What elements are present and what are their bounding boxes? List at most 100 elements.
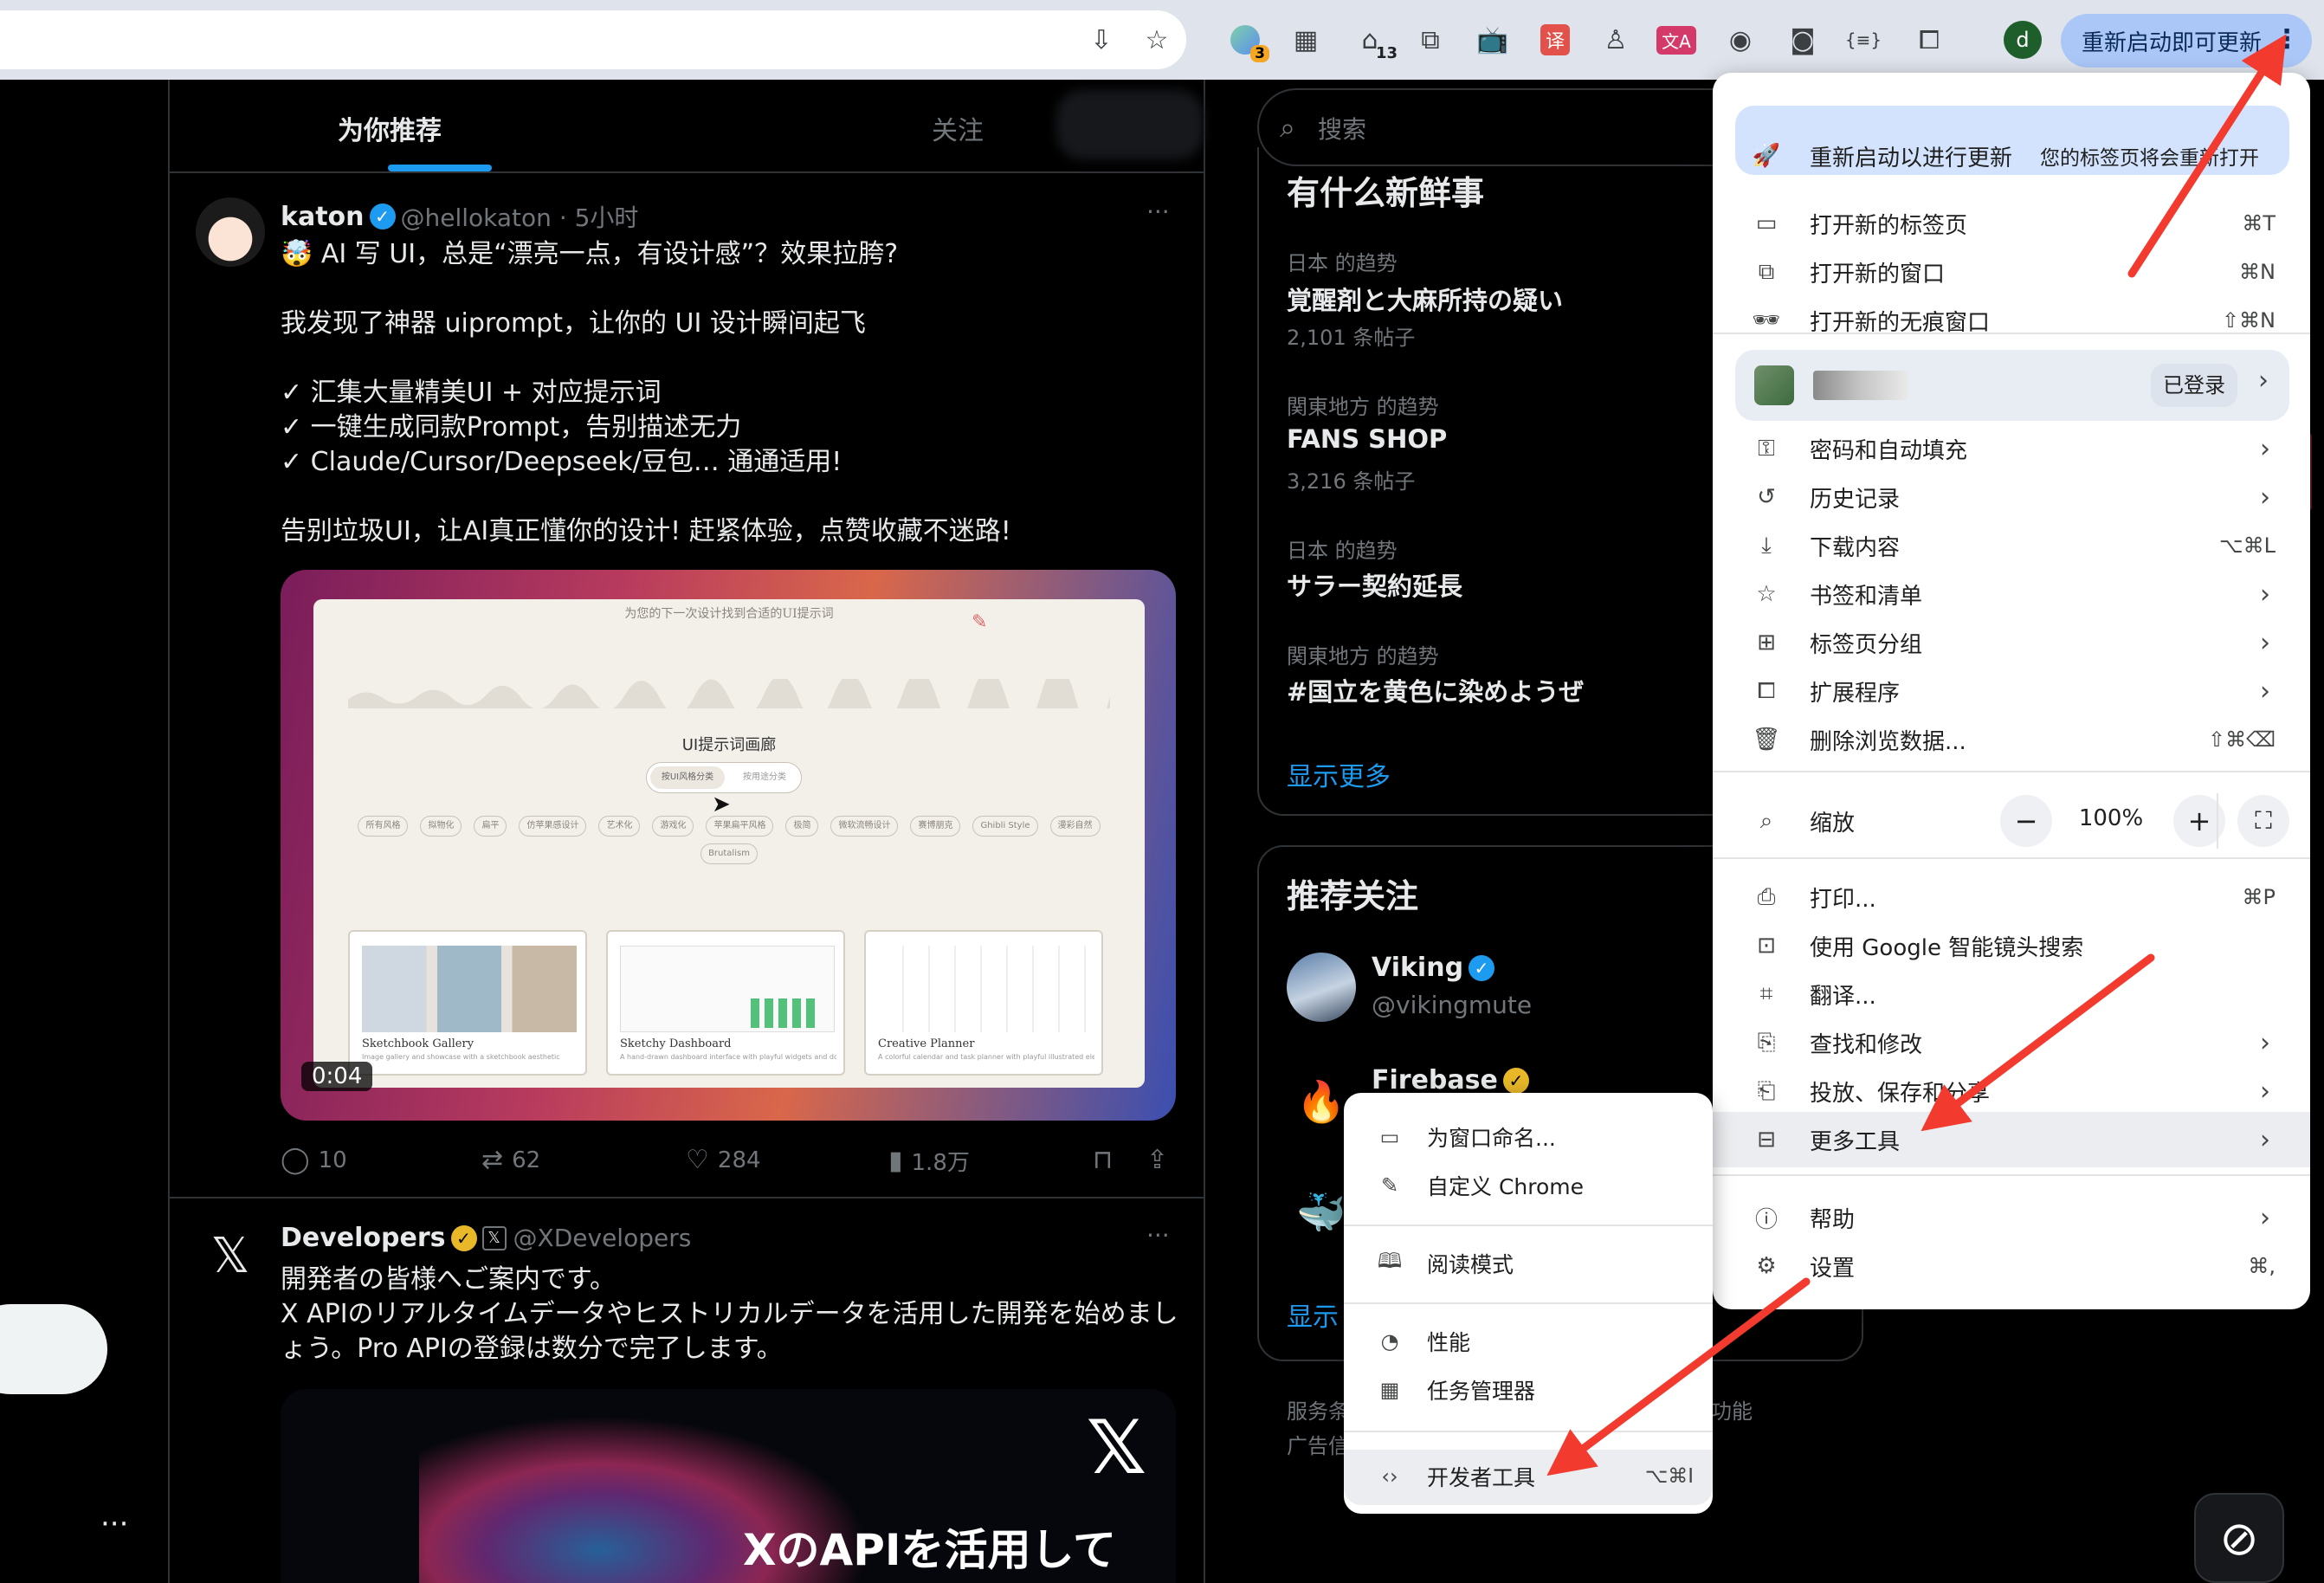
reply-button[interactable]: ◯ 10	[281, 1145, 347, 1175]
menu-item-more-tools[interactable]: ⊟ 更多工具 ›	[1713, 1115, 2310, 1164]
submenu-item-task-manager[interactable]: ▦ 任务管理器	[1344, 1367, 1713, 1413]
suggestion-name[interactable]: Viking	[1372, 953, 1463, 983]
category-toggle: 按UI风格分类 按用途分类	[646, 762, 802, 793]
author-handle[interactable]: @XDevelopers	[513, 1224, 692, 1252]
bookmark-button[interactable]: ⊓	[1093, 1145, 1113, 1175]
submenu-shortcut: ⌥⌘I	[1644, 1465, 1694, 1488]
share-icon: ⇪	[1146, 1145, 1169, 1175]
card-title: Creative Planner	[878, 1037, 975, 1050]
bookmark-star-icon[interactable]: ☆	[1136, 19, 1178, 61]
tweet-more-icon[interactable]: ···	[1146, 197, 1170, 226]
install-app-icon[interactable]: ⇩	[1081, 19, 1122, 61]
tv-extension-icon[interactable]: 📺	[1472, 19, 1514, 61]
menu-item-passwords[interactable]: ⚿ 密码和自动填充 ›	[1713, 424, 2310, 473]
submenu-item-name-window[interactable]: ▭ 为窗口命名...	[1344, 1114, 1713, 1160]
avatar[interactable]	[196, 197, 265, 267]
camera-icon[interactable]: ◉	[1720, 19, 1761, 61]
tweet-more-icon[interactable]: ···	[1146, 1221, 1170, 1250]
trends-show-more[interactable]: 显示更多	[1287, 755, 1391, 793]
blurred-region	[1056, 90, 1204, 159]
menu-label: 打印...	[1810, 886, 1876, 913]
view-count: 1.8万	[911, 1150, 970, 1176]
menu-profile-row[interactable]: 已登录 ›	[1735, 350, 2289, 421]
views-button[interactable]: ▮ 1.8万	[888, 1145, 970, 1177]
menu-item-new-tab[interactable]: ▭ 打开新的标签页 ⌘T	[1713, 199, 2310, 248]
chevron-right-icon: ›	[2260, 627, 2270, 658]
qr-code-icon[interactable]: ▦	[1285, 19, 1327, 61]
profile-avatar[interactable]: d	[2004, 21, 2042, 59]
menu-divider	[1344, 1431, 1713, 1432]
menu-item-settings[interactable]: ⚙ 设置 ⌘,	[1713, 1242, 2310, 1290]
submenu-item-customize[interactable]: ✎ 自定义 Chrome	[1344, 1162, 1713, 1209]
menu-divider	[1344, 1302, 1713, 1304]
footer-link[interactable]: 服务条	[1287, 1394, 1349, 1425]
translate-az-icon[interactable]: 文A	[1656, 19, 1697, 61]
menu-label: 下载内容	[1810, 534, 1901, 561]
card-title: Sketchbook Gallery	[362, 1037, 474, 1050]
avatar[interactable]	[1287, 953, 1356, 1022]
footer-link[interactable]: 广告信	[1287, 1429, 1349, 1459]
menu-shortcut: ⌘P	[2242, 885, 2276, 909]
more-icon[interactable]: ···	[100, 1507, 128, 1541]
kebab-menu-icon[interactable]: ⋮	[2274, 23, 2300, 57]
grid-icon: ⊞	[1757, 630, 1776, 656]
chevron-right-icon: ›	[2260, 1027, 2270, 1058]
suggestion-name[interactable]: Firebase	[1372, 1065, 1498, 1095]
style-chip: Brutalism	[700, 843, 758, 864]
author-name[interactable]: katon	[281, 202, 365, 232]
menu-item-downloads[interactable]: ⤓ 下载内容 ⌥⌘L	[1713, 521, 2310, 570]
zoom-out-button[interactable]: −	[2000, 795, 2052, 847]
menu-item-bookmarks[interactable]: ☆ 书签和清单 ›	[1713, 570, 2310, 618]
trend-name[interactable]: サラー契約延長	[1287, 566, 1462, 603]
tweet-image[interactable]: 𝕏 XのAPIを活用して	[281, 1389, 1176, 1583]
share-button[interactable]: ⇪	[1146, 1145, 1168, 1175]
extension-chatgpt-icon[interactable]: 3	[1224, 19, 1269, 62]
menu-item-new-window[interactable]: ⧉ 打开新的窗口 ⌘N	[1713, 248, 2310, 296]
menu-item-tab-groups[interactable]: ⊞ 标签页分组 ›	[1713, 618, 2310, 667]
column-divider	[168, 80, 170, 1583]
like-button[interactable]: ♡ 284	[686, 1145, 761, 1175]
extension-home-icon[interactable]: ⌂ 13	[1349, 19, 1398, 63]
menu-item-cast-save[interactable]: ⎗ 投放、保存和分享 ›	[1713, 1067, 2310, 1115]
trend-name[interactable]: 覚醒剤と大麻所持の疑い	[1287, 281, 1563, 317]
author-name[interactable]: Developers	[281, 1223, 446, 1253]
menu-item-history[interactable]: ↺ 历史记录 ›	[1713, 473, 2310, 521]
post-button[interactable]	[0, 1304, 107, 1394]
submenu-item-reading-mode[interactable]: 🕮 阅读模式	[1344, 1240, 1713, 1287]
extensions-puzzle-icon[interactable]: ⧠	[1908, 19, 1950, 61]
trend-name[interactable]: FANS SHOP	[1287, 424, 1447, 454]
gear-icon: ⚙	[1756, 1253, 1777, 1279]
menu-item-lens[interactable]: ⊡ 使用 Google 智能镜头搜索	[1713, 921, 2310, 970]
profile-picture	[1754, 365, 1794, 405]
menu-item-clear-data[interactable]: 🗑 删除浏览数据... ⇧⌘⌫	[1713, 715, 2310, 764]
tab-for-you[interactable]: 为你推荐	[338, 109, 442, 147]
card-title: Sketchy Dashboard	[620, 1037, 732, 1050]
menu-item-print[interactable]: ⎙ 打印... ⌘P	[1713, 873, 2310, 921]
tab-following[interactable]: 关注	[932, 109, 984, 147]
translate-extension-icon[interactable]: 译	[1534, 19, 1576, 61]
tweet-video[interactable]: 为您的下一次设计找到合适的UI提示词 ✎ UI提示词画廊 按UI风格分类 按用途…	[281, 570, 1176, 1121]
mask-extension-icon[interactable]: ◙	[1782, 19, 1824, 61]
copy-icon[interactable]: ⧉	[1410, 19, 1451, 61]
grok-icon[interactable]: ⊘	[2194, 1493, 2284, 1583]
follow-show-more[interactable]: 显示	[1287, 1295, 1339, 1334]
trend-name[interactable]: #国立を黄色に染めようぜ	[1287, 672, 1584, 708]
submenu-item-performance[interactable]: ◔ 性能	[1344, 1318, 1713, 1365]
menu-item-find-edit[interactable]: ⎘ 查找和修改 ›	[1713, 1018, 2310, 1067]
menu-item-translate[interactable]: ⌗ 翻译...	[1713, 970, 2310, 1018]
update-chrome-button[interactable]: 重新启动即可更新 ⋮	[2061, 14, 2312, 68]
fullscreen-icon[interactable]: ⛶	[2237, 795, 2289, 847]
submenu-item-devtools[interactable]: ‹› 开发者工具 ⌥⌘I	[1344, 1453, 1713, 1500]
menu-item-relaunch[interactable]: 🚀 重新启动以进行更新 您的标签页将会重新打开	[1713, 132, 2310, 180]
address-bar[interactable]	[0, 10, 1186, 69]
repost-button[interactable]: ⇄ 62	[481, 1145, 540, 1175]
footer-link[interactable]: 功能	[1711, 1394, 1753, 1425]
avatar-extension-icon[interactable]: ♙	[1595, 19, 1636, 61]
x-logo-icon[interactable]: 𝕏	[196, 1221, 265, 1290]
puzzle-icon: ⧠	[1757, 677, 1776, 704]
author-handle[interactable]: @hellokaton · 5小时	[401, 199, 639, 234]
menu-item-help[interactable]: ⓘ 帮助 ›	[1713, 1193, 2310, 1242]
menu-item-incognito[interactable]: 🕶 打开新的无痕窗口 ⇧⌘N	[1713, 296, 2310, 345]
menu-item-extensions[interactable]: ⧠ 扩展程序 ›	[1713, 667, 2310, 715]
json-extension-icon[interactable]: {≡}	[1843, 19, 1884, 61]
